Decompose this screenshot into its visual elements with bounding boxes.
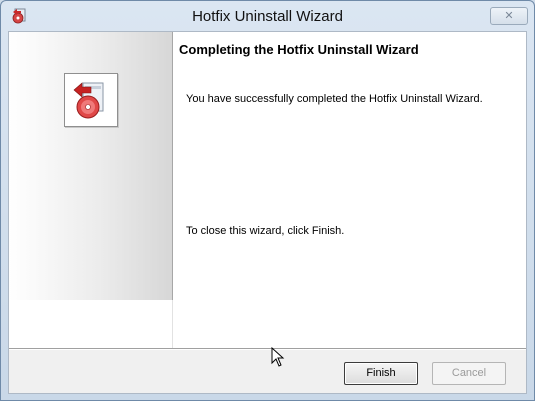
mouse-cursor-icon <box>271 347 285 367</box>
close-button[interactable]: ✕ <box>490 7 528 25</box>
finish-button[interactable]: Finish <box>344 362 418 385</box>
side-panel-footer <box>9 300 173 348</box>
wizard-window: Hotfix Uninstall Wizard ✕ Completing the… <box>0 0 535 401</box>
uninstall-disc-icon <box>73 82 104 119</box>
cancel-button: Cancel <box>432 362 506 385</box>
close-instruction: To close this wizard, click Finish. <box>186 225 345 237</box>
close-icon: ✕ <box>504 10 514 22</box>
title-bar[interactable]: Hotfix Uninstall Wizard ✕ <box>1 1 534 31</box>
completion-message: You have successfully completed the Hotf… <box>186 93 483 105</box>
button-separator <box>9 348 526 350</box>
wizard-content-panel: Completing the Hotfix Uninstall Wizard Y… <box>173 32 526 348</box>
wizard-image-frame <box>64 73 118 127</box>
wizard-heading: Completing the Hotfix Uninstall Wizard <box>179 42 419 57</box>
wizard-side-panel <box>9 32 173 300</box>
window-title: Hotfix Uninstall Wizard <box>192 8 343 25</box>
wizard-client-area: Completing the Hotfix Uninstall Wizard Y… <box>8 31 527 394</box>
